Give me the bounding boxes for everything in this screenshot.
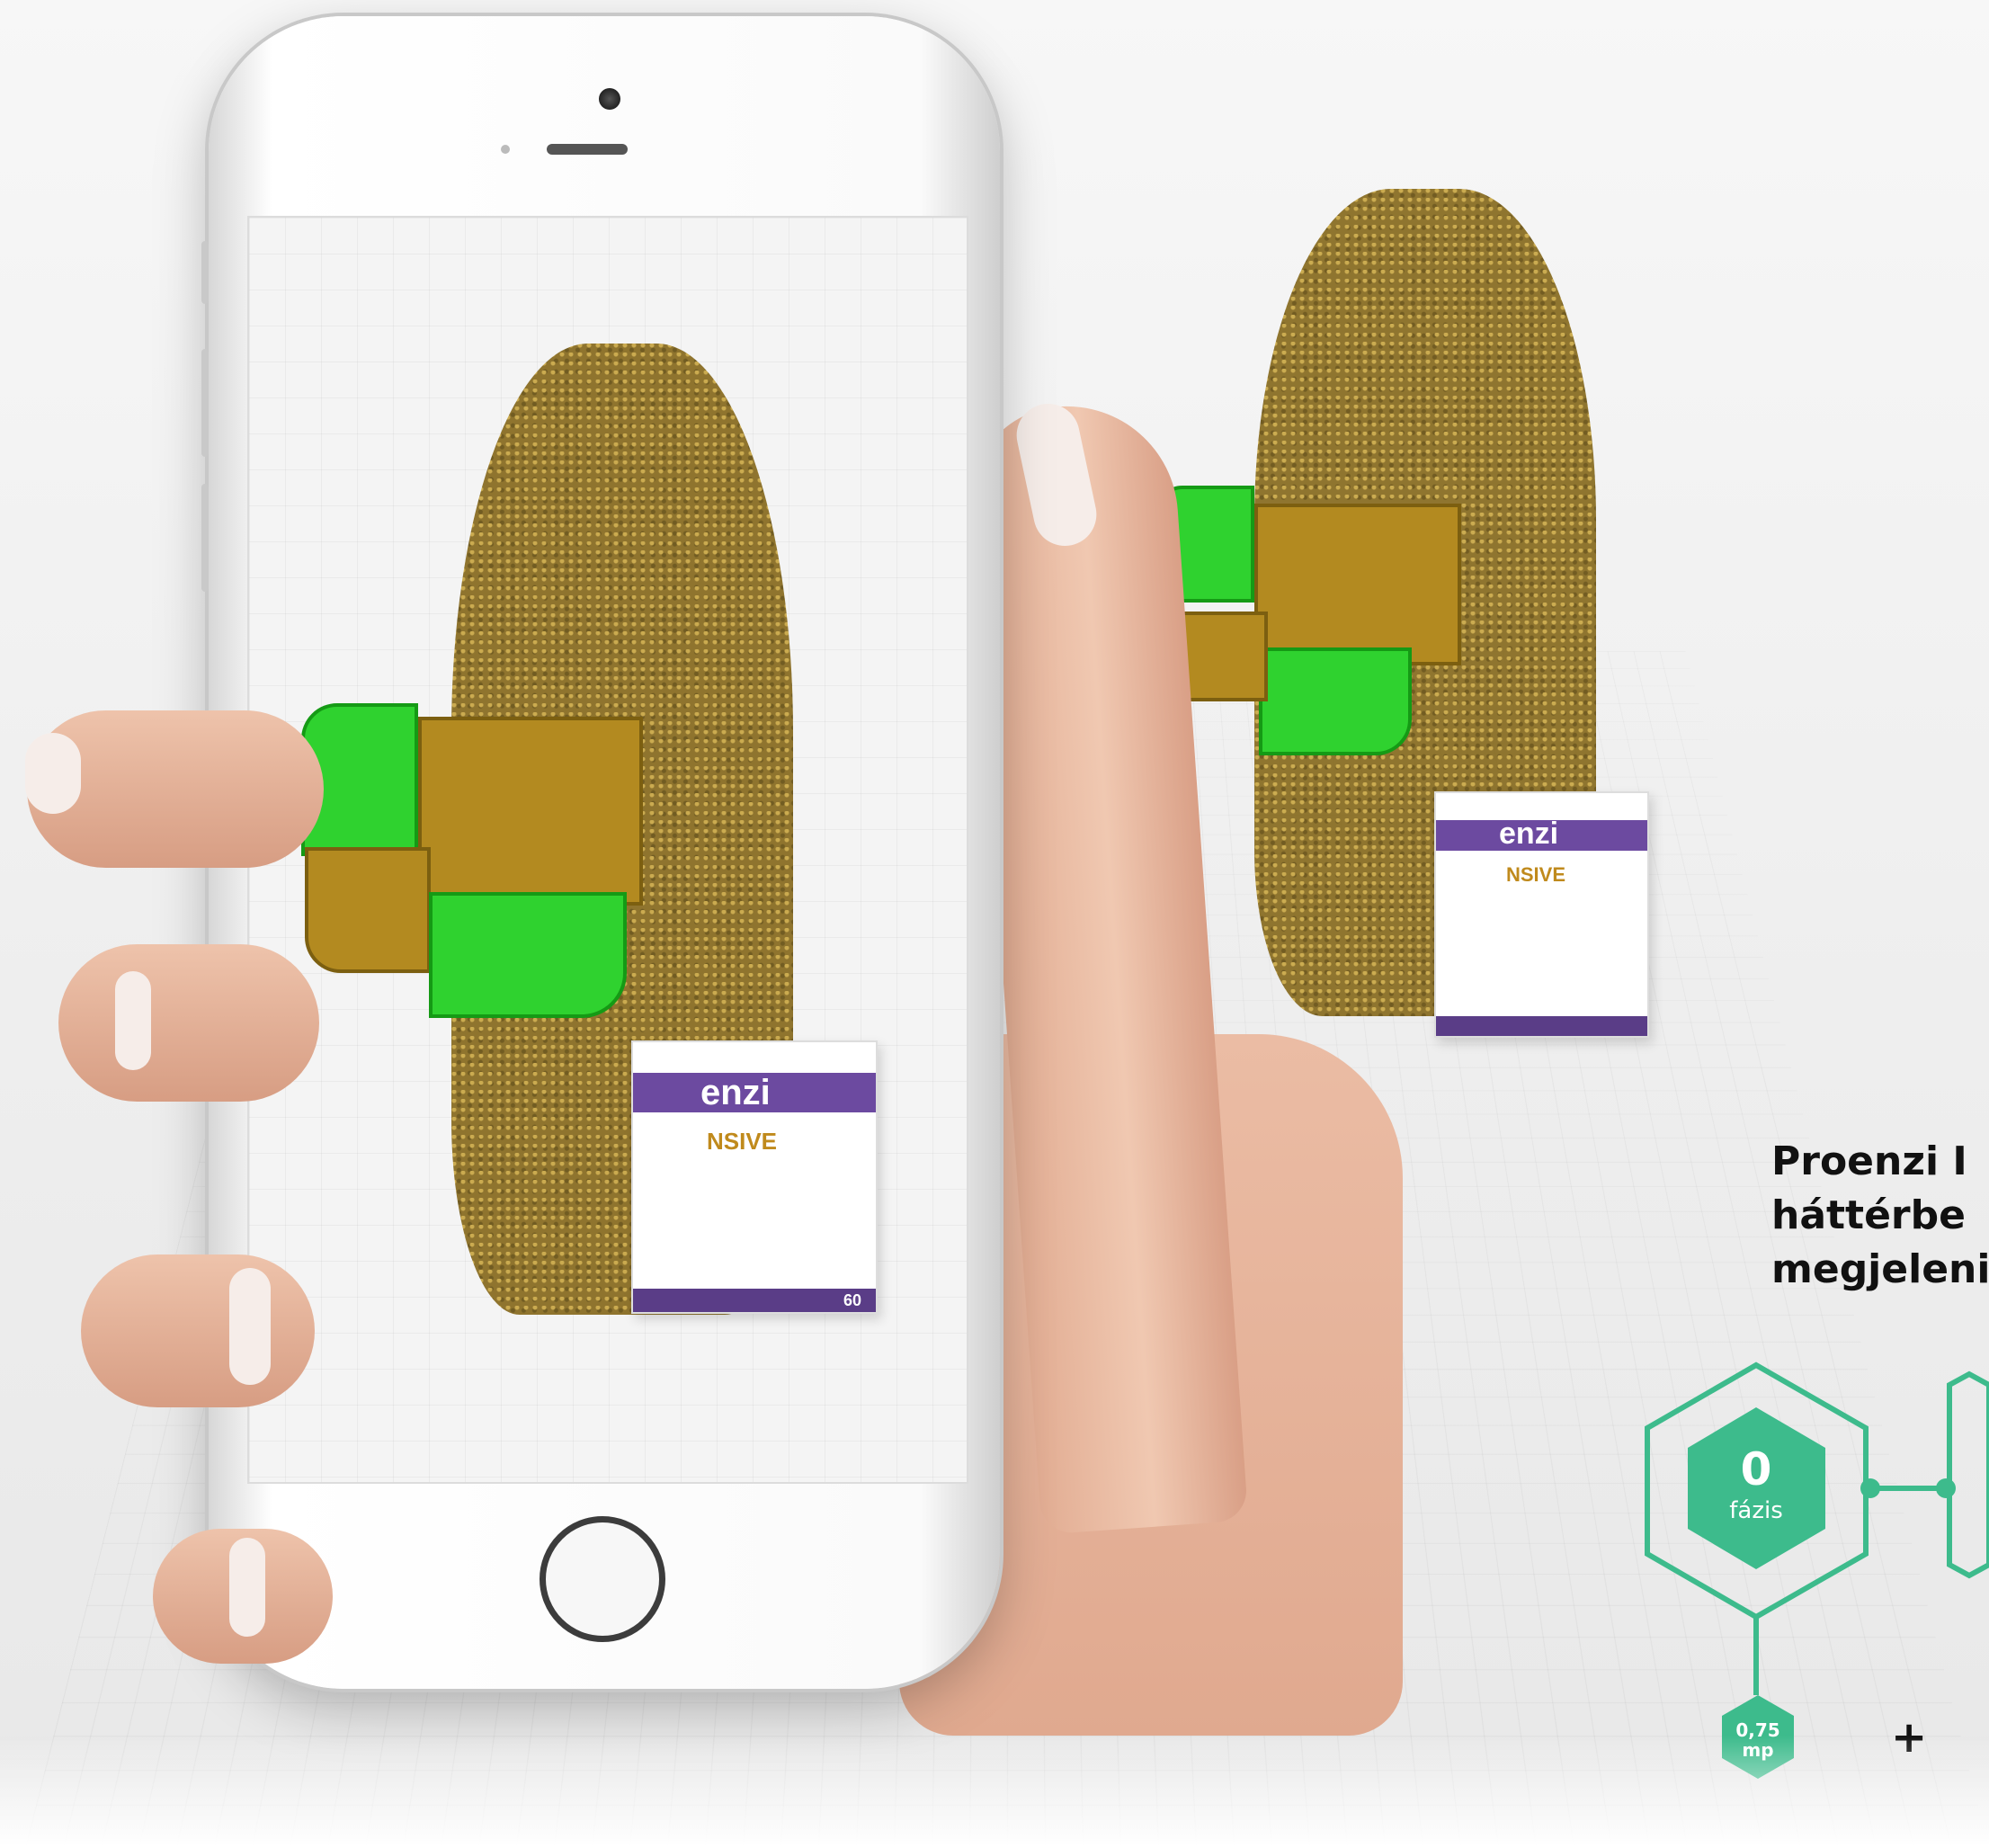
- index-nail: [25, 733, 81, 814]
- pinky-nail: [229, 1538, 265, 1637]
- finger-middle: [58, 944, 319, 1102]
- phone-side-button-1: [201, 241, 209, 304]
- caption-line-3: megjeleni: [1771, 1246, 1989, 1292]
- ar-box-green-2: [1259, 647, 1412, 755]
- earpiece-speaker: [547, 144, 628, 155]
- camera-icon: [599, 88, 620, 110]
- onscreen-ar-box-gold-2: [305, 847, 431, 973]
- ring-nail: [229, 1268, 271, 1385]
- onscreen-ar-box-gold-1: [418, 717, 643, 906]
- phase-number: 0: [1740, 1443, 1772, 1495]
- middle-nail: [115, 971, 151, 1070]
- phone-screen[interactable]: enzi NSIVE 60: [247, 216, 968, 1484]
- finger-ring: [81, 1254, 315, 1407]
- smartphone: enzi NSIVE 60: [201, 16, 1000, 1689]
- proximity-sensor: [501, 145, 510, 154]
- caption-line-2: háttérbe: [1771, 1192, 1966, 1238]
- product-box-onscreen: enzi NSIVE 60: [631, 1040, 878, 1314]
- product-variant-text: NSIVE: [1506, 863, 1566, 886]
- phone-side-button-2: [201, 349, 209, 457]
- caption-line-1: Proenzi I: [1771, 1138, 1967, 1184]
- onscreen-ar-box-green-2: [429, 892, 627, 1018]
- description-text: Proenzi I háttérbe megjeleni: [1771, 1135, 1989, 1297]
- product-brand-text: enzi: [1499, 817, 1559, 851]
- product-box-background: enzi NSIVE: [1434, 791, 1649, 1038]
- phase-label: fázis: [1729, 1497, 1783, 1524]
- ar-box-gold-1: [1254, 504, 1461, 665]
- home-button-icon[interactable]: [540, 1516, 665, 1642]
- phone-side-button-3: [201, 484, 209, 592]
- bottom-fade: [0, 1736, 1989, 1848]
- onscreen-product-count: 60: [843, 1291, 861, 1309]
- onscreen-product-brand: enzi: [700, 1073, 771, 1112]
- onscreen-product-variant: NSIVE: [707, 1128, 778, 1155]
